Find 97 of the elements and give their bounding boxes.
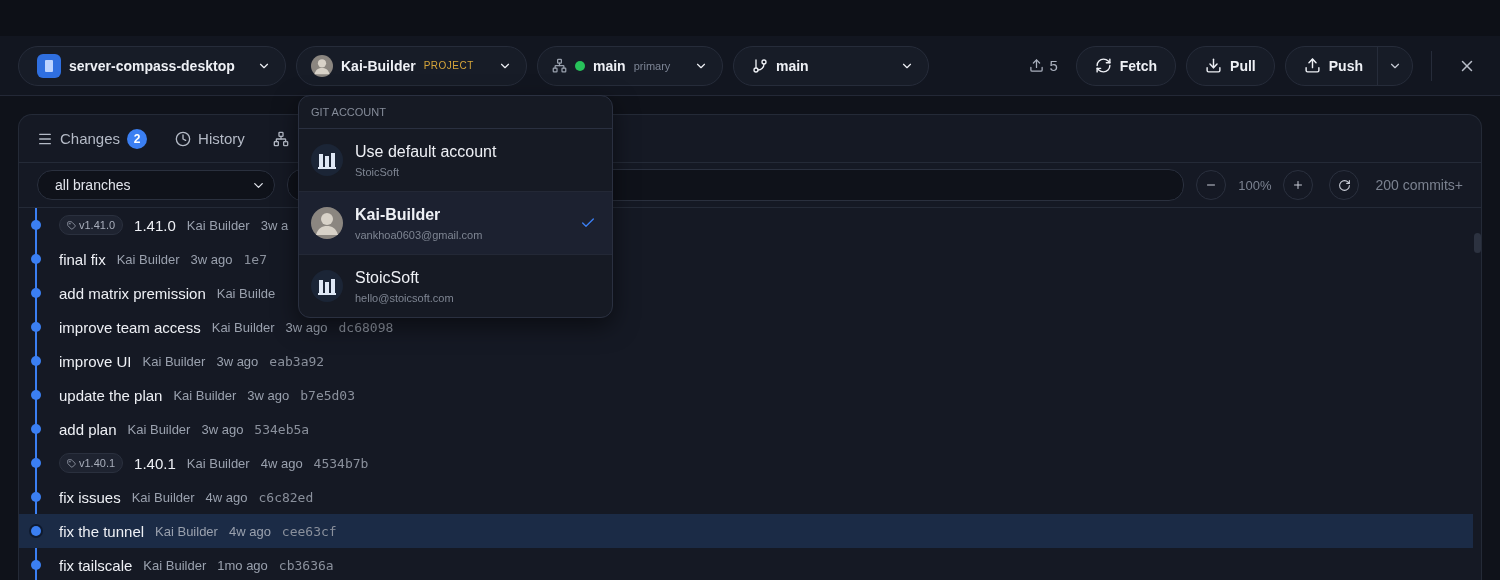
account-selector[interactable]: Kai-Builder PROJECT — [296, 45, 527, 86]
commit-message: fix the tunnel — [59, 522, 145, 540]
ahead-count: 5 — [1029, 57, 1058, 74]
branch-selector[interactable]: main — [733, 45, 929, 86]
clock-icon — [175, 130, 192, 147]
account-detail: StoicSoft — [355, 165, 401, 178]
commit-message: fix issues — [59, 488, 121, 506]
commit-author: Kai Builder — [143, 557, 207, 573]
commit-hash: cee63cf — [281, 523, 337, 539]
commit-node[interactable] — [31, 458, 41, 468]
account-name: Use default account — [355, 142, 498, 161]
commit-hash: b7e5d03 — [300, 387, 356, 403]
commit-message: improve UI — [59, 352, 132, 370]
commit-time: 3w ago — [247, 387, 290, 403]
commit-time: 3w ago — [216, 353, 259, 369]
tab[interactable]: Changes 2 — [37, 128, 148, 149]
commit-author: Kai Builde — [216, 285, 276, 301]
commit-node[interactable] — [31, 424, 41, 434]
commit-hash: 534eb5a — [254, 421, 310, 437]
account-option[interactable]: StoicSoft hello@stoicsoft.com — [299, 255, 612, 317]
commit-node[interactable] — [31, 526, 41, 536]
zoom-level: 100% — [1238, 177, 1272, 193]
account-detail: vankhoa0603@gmail.com — [355, 228, 484, 241]
commit-message: 1.41.0 — [134, 216, 176, 234]
tag-chip: v1.40.1 — [59, 453, 124, 473]
commit-message: update the plan — [59, 386, 163, 404]
tag-icon — [67, 220, 76, 230]
commit-node[interactable] — [31, 356, 41, 366]
commit-node[interactable] — [31, 220, 41, 230]
commit-node[interactable] — [31, 492, 41, 502]
commit-author: Kai Builder — [173, 387, 237, 403]
commit-node[interactable] — [31, 560, 41, 570]
upload-icon — [1029, 58, 1045, 73]
commit-author: Kai Builder — [127, 421, 191, 437]
bars-logo-icon — [311, 270, 343, 302]
tree-icon — [272, 130, 289, 147]
commit-author: Kai Builder — [186, 217, 250, 233]
branch-filter[interactable]: all branches — [37, 170, 275, 200]
commit-message: 1.40.1 — [134, 454, 176, 472]
worktree-selector[interactable]: main primary — [537, 45, 723, 86]
tree-icon — [552, 58, 567, 73]
commit-time: 4w ago — [228, 523, 271, 539]
branch-icon — [752, 57, 768, 74]
account-option[interactable]: Kai-Builder vankhoa0603@gmail.com — [299, 192, 612, 255]
repository-icon — [37, 53, 61, 78]
refresh-icon — [1094, 57, 1112, 74]
tab[interactable]: History — [175, 130, 245, 147]
commit-time: 1mo ago — [217, 557, 268, 573]
worktree-note: primary — [633, 59, 671, 72]
bars-logo-icon — [311, 144, 343, 176]
commit-author: Kai Builder — [142, 353, 206, 369]
avatar-icon — [311, 54, 333, 77]
commit-author: Kai Builder — [155, 523, 218, 539]
account-name: Kai-Builder — [355, 205, 442, 224]
commit-message: add plan — [59, 420, 117, 438]
commit-time: 3w ago — [285, 319, 328, 335]
account-detail: hello@stoicsoft.com — [355, 291, 455, 304]
commit-message: add matrix premission — [59, 284, 206, 302]
commit-time: 4w ago — [260, 455, 303, 471]
commit-message: final fix — [59, 250, 106, 268]
fetch-button[interactable]: Fetch — [1075, 45, 1177, 86]
commit-author: Kai Builder — [131, 489, 195, 505]
project-label: PROJECT — [423, 60, 474, 71]
commit-message: improve team access — [59, 318, 201, 336]
tag-chip: v1.41.0 — [59, 215, 124, 235]
menu-heading: GIT ACCOUNT — [299, 96, 612, 129]
commit-author: Kai Builder — [211, 319, 275, 335]
commit-hash: 4534b7b — [313, 455, 369, 471]
repository-selector[interactable]: server-compass-desktop — [18, 45, 286, 86]
commit-node[interactable] — [31, 390, 41, 400]
account-name: StoicSoft — [355, 268, 421, 287]
commit-time: 3w ago — [201, 421, 244, 437]
commit-count: 200 commits+ — [1375, 177, 1463, 193]
commit-author: Kai Builder — [116, 251, 180, 267]
commit-node[interactable] — [31, 288, 41, 298]
commit-node[interactable] — [31, 322, 41, 332]
plus-icon — [1292, 179, 1305, 191]
commit-hash: c6c82ed — [258, 489, 314, 505]
scrollbar-thumb[interactable] — [1474, 233, 1481, 253]
count-badge: 2 — [127, 128, 148, 149]
commit-hash: dc68098 — [338, 319, 394, 335]
commit-message: fix tailscale — [59, 556, 133, 574]
commit-author: Kai Builder — [186, 455, 250, 471]
commit-time: 3w a — [260, 217, 289, 233]
commit-time: 4w ago — [205, 489, 248, 505]
commit-hash: cb3636a — [278, 557, 334, 573]
commit-hash: 1e7 — [243, 251, 267, 267]
commit-node[interactable] — [31, 254, 41, 264]
avatar-icon — [311, 207, 343, 239]
reload-icon — [1337, 178, 1351, 192]
upload-icon — [1303, 57, 1321, 74]
download-icon — [1205, 57, 1223, 74]
commit-time: 3w ago — [190, 251, 233, 267]
commit-hash: eab3a92 — [269, 353, 325, 369]
tab[interactable] — [272, 130, 289, 147]
pull-button[interactable]: Pull — [1186, 45, 1275, 86]
tag-icon — [67, 458, 76, 468]
